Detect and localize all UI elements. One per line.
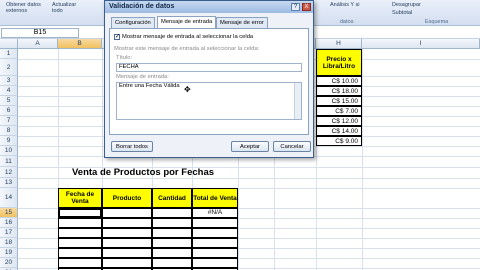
row-header-1[interactable]: 1 [0, 49, 18, 59]
tab-configuracion[interactable]: Configuración [111, 17, 155, 28]
row-header-3[interactable]: 3 [0, 76, 18, 86]
sales-title: Venta de Productos por Fechas [72, 167, 215, 178]
dialog-title: Validación de datos [105, 1, 313, 13]
sales-cell[interactable] [102, 238, 152, 248]
price-cell[interactable]: C$ 10.00 [316, 76, 362, 86]
sales-header-product[interactable]: Producto [102, 188, 152, 208]
row-header-12[interactable]: 12 [0, 167, 18, 178]
row-header-7[interactable]: 7 [0, 116, 18, 126]
sales-cell[interactable] [102, 248, 152, 258]
name-box[interactable]: B15 [1, 28, 79, 38]
data-tools-group-label: datos [340, 19, 354, 25]
sales-cell[interactable] [58, 238, 102, 248]
col-header-a[interactable]: A [18, 39, 58, 49]
gridline [362, 49, 363, 270]
total-cell[interactable]: #N/A [192, 208, 238, 218]
row-header-9[interactable]: 9 [0, 136, 18, 146]
row-header-13[interactable]: 13 [0, 178, 18, 188]
close-button[interactable]: X [302, 3, 311, 11]
row-header-4[interactable]: 4 [0, 86, 18, 96]
outline-group-label: Esquema [425, 19, 449, 25]
message-textarea[interactable]: Entre una Fecha Válida [116, 82, 302, 120]
ungroup-button[interactable]: Desagrupar [392, 2, 421, 8]
row-header-5[interactable]: 5 [0, 96, 18, 106]
row-header-15[interactable]: 15 [0, 208, 18, 218]
refresh-all-button[interactable]: Actualizar todo [52, 2, 76, 14]
row-header-16[interactable]: 16 [0, 218, 18, 228]
help-button[interactable]: ? [291, 3, 300, 11]
row-header-2[interactable]: 2 [0, 59, 18, 76]
title-label: Título: [116, 55, 133, 61]
sales-header-quantity[interactable]: Cantidad [152, 188, 192, 208]
row-header-10[interactable]: 10 [0, 146, 18, 156]
tab-mensaje-entrada[interactable]: Mensaje de entrada [157, 16, 217, 28]
ok-button[interactable]: Aceptar [231, 141, 269, 152]
row-header-19[interactable]: 19 [0, 248, 18, 258]
price-cell[interactable]: C$ 18.00 [316, 86, 362, 96]
sales-cell[interactable] [152, 258, 192, 268]
sales-cell[interactable] [192, 218, 238, 228]
sales-cell[interactable] [152, 208, 192, 218]
sales-header-total[interactable]: Total de Venta [192, 188, 238, 208]
sales-cell[interactable] [152, 218, 192, 228]
row-header-18[interactable]: 18 [0, 238, 18, 248]
title-input[interactable]: FECHA [116, 63, 302, 72]
sales-cell[interactable] [58, 218, 102, 228]
price-cell[interactable]: C$ 14.00 [316, 126, 362, 136]
clear-all-button[interactable]: Borrar todos [111, 141, 153, 152]
sales-cell[interactable] [152, 248, 192, 258]
sales-cell[interactable] [102, 218, 152, 228]
sales-cell[interactable] [192, 248, 238, 258]
selected-cell-b15[interactable] [58, 208, 102, 218]
col-header-i[interactable]: I [362, 39, 480, 49]
sales-cell[interactable] [152, 238, 192, 248]
sales-cell[interactable] [102, 258, 152, 268]
move-cursor-icon: ✥ [184, 85, 191, 94]
section-label: Mostrar este mensaje de entrada al selec… [114, 46, 260, 52]
tab-panel: ✓ Mostrar mensaje de entrada al seleccio… [109, 28, 309, 135]
price-cell[interactable]: C$ 7.00 [316, 106, 362, 116]
col-header-b[interactable]: B [58, 39, 102, 49]
gridline [18, 178, 480, 179]
sales-cell[interactable] [192, 228, 238, 238]
message-label: Mensaje de entrada: [116, 74, 169, 80]
show-input-message-label: Mostrar mensaje de entrada al selecciona… [122, 34, 254, 40]
col-header-h[interactable]: H [316, 39, 362, 49]
sales-cell[interactable] [58, 228, 102, 238]
data-validation-dialog: Validación de datos ? X Configuración Me… [104, 0, 314, 158]
sales-cell[interactable] [152, 228, 192, 238]
row-header-8[interactable]: 8 [0, 126, 18, 136]
sales-cell[interactable] [58, 258, 102, 268]
show-input-message-checkbox[interactable]: ✓ [114, 34, 120, 40]
price-header-cell[interactable]: Precio x Libra/Litro [316, 49, 362, 76]
sales-cell[interactable] [102, 208, 152, 218]
price-cell[interactable]: C$ 12.00 [316, 116, 362, 126]
sales-cell[interactable] [192, 238, 238, 248]
row-header-14[interactable]: 14 [0, 188, 18, 208]
sales-cell[interactable] [102, 228, 152, 238]
sales-cell[interactable] [192, 258, 238, 268]
subtotal-button[interactable]: Subtotal [392, 10, 412, 16]
tab-mensaje-error[interactable]: Mensaje de error [216, 17, 268, 28]
cancel-button[interactable]: Cancelar [273, 141, 311, 152]
row-header-20[interactable]: 20 [0, 258, 18, 268]
select-all-corner[interactable] [0, 39, 18, 49]
message-scrollbar[interactable] [294, 83, 301, 119]
price-cell[interactable]: C$ 9.00 [316, 136, 362, 146]
price-cell[interactable]: C$ 15.00 [316, 96, 362, 106]
what-if-button[interactable]: Análisis Y si [330, 2, 359, 8]
sales-header-date[interactable]: Fecha de Venta [58, 188, 102, 208]
sales-cell[interactable] [58, 248, 102, 258]
external-data-button[interactable]: Obtener datos externos [6, 2, 41, 14]
row-header-11[interactable]: 11 [0, 156, 18, 167]
row-header-17[interactable]: 17 [0, 228, 18, 238]
row-header-6[interactable]: 6 [0, 106, 18, 116]
